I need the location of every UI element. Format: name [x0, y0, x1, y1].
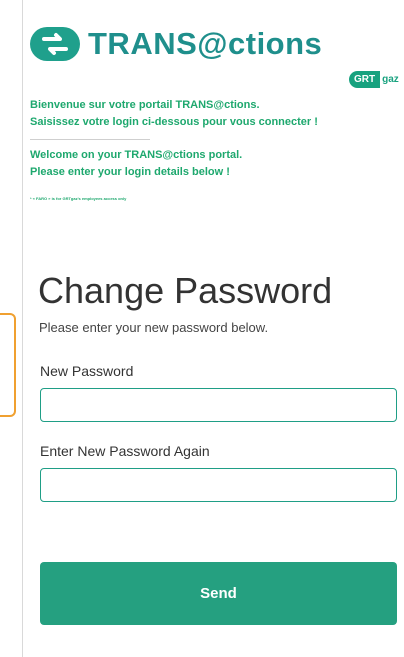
page-title: Change Password: [38, 270, 333, 311]
page: TRANS@ctions GRT gaz Bienvenue sur votre…: [0, 0, 404, 657]
send-button[interactable]: Send: [40, 562, 397, 625]
intro-english-line-2: Please enter your login details below !: [30, 166, 230, 178]
new-password-field[interactable]: [40, 388, 397, 422]
page-subtitle: Please enter your new password below.: [39, 320, 269, 335]
confirm-password-label: Enter New Password Again: [40, 443, 210, 459]
intro-divider: [30, 139, 150, 140]
intro-french: Bienvenue sur votre portail TRANS@ctions…: [30, 97, 404, 131]
new-password-label: New Password: [40, 363, 134, 379]
side-tab[interactable]: [0, 313, 16, 417]
faro-footnote: * « FARO » is for GRTgaz's employees acc…: [30, 196, 127, 201]
intro-french-line-2: Saisissez votre login ci-dessous pour vo…: [30, 116, 318, 128]
grtgaz-logo-pill: GRT: [349, 70, 381, 88]
grtgaz-logo: GRT gaz: [341, 68, 404, 90]
grtgaz-logo-rest: gaz: [382, 73, 399, 85]
arrows-logo-icon: [30, 27, 80, 61]
transactions-logo: TRANS@ctions: [30, 22, 322, 66]
logo-text: TRANS@ctions: [88, 26, 323, 61]
intro-french-line-1: Bienvenue sur votre portail TRANS@ctions…: [30, 99, 260, 111]
confirm-password-field[interactable]: [40, 468, 397, 502]
intro-english: Welcome on your TRANS@ctions portal. Ple…: [30, 147, 404, 181]
intro-english-line-1: Welcome on your TRANS@ctions portal.: [30, 149, 243, 161]
left-border-line: [22, 0, 23, 657]
